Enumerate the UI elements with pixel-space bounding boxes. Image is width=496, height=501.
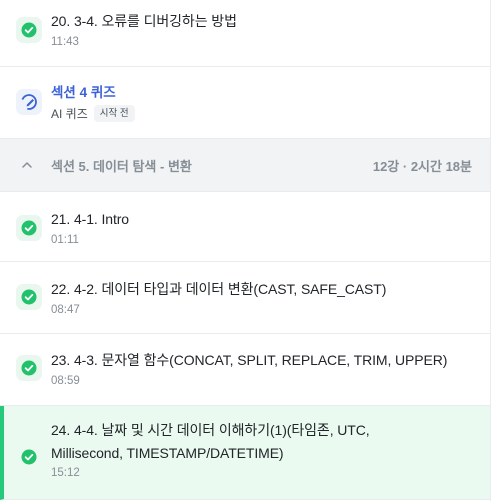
completed-check-icon <box>16 355 42 381</box>
completed-check-icon <box>16 17 42 43</box>
completed-check-icon <box>16 215 42 241</box>
quiz-type-label: AI 퀴즈 <box>51 107 88 121</box>
section-title: 섹션 5. 데이터 탐색 - 변환 <box>51 158 192 174</box>
chevron-up-icon <box>22 162 32 168</box>
lesson-duration: 08:47 <box>51 304 80 316</box>
lesson-row-24-active[interactable]: 24. 4-4. 날짜 및 시간 데이터 이해하기(1)(타임존, UTC, M… <box>0 406 490 500</box>
section-header-5[interactable]: 섹션 5. 데이터 탐색 - 변환 12강 · 2시간 18분 <box>0 139 490 192</box>
lesson-title: 22. 4-2. 데이터 타입과 데이터 변환(CAST, SAFE_CAST) <box>51 281 387 297</box>
lesson-title: 21. 4-1. Intro <box>51 211 129 227</box>
lesson-title: 20. 3-4. 오류를 디버깅하는 방법 <box>51 13 237 29</box>
quiz-status-badge: 시작 전 <box>93 105 135 122</box>
lesson-row-23[interactable]: 23. 4-3. 문자열 함수(CONCAT, SPLIT, REPLACE, … <box>0 334 490 406</box>
lesson-title: 24. 4-4. 날짜 및 시간 데이터 이해하기(1)(타임존, UTC, M… <box>51 422 370 461</box>
completed-check-icon <box>16 444 42 470</box>
curriculum-list: 20. 3-4. 오류를 디버깅하는 방법 11:43 섹션 4 퀴즈 AI 퀴… <box>0 0 491 501</box>
lesson-row-21[interactable]: 21. 4-1. Intro 01:11 <box>0 192 490 262</box>
completed-check-icon <box>16 284 42 310</box>
quiz-pen-icon <box>16 89 42 115</box>
lesson-title: 23. 4-3. 문자열 함수(CONCAT, SPLIT, REPLACE, … <box>51 352 448 368</box>
lesson-duration: 01:11 <box>51 234 79 246</box>
lesson-duration: 15:12 <box>51 467 80 479</box>
section-meta: 12강 · 2시간 18분 <box>372 158 472 174</box>
lesson-duration: 11:43 <box>51 36 79 48</box>
lesson-duration: 08:59 <box>51 375 80 387</box>
lesson-row-20[interactable]: 20. 3-4. 오류를 디버깅하는 방법 11:43 <box>0 0 490 67</box>
lesson-row-22[interactable]: 22. 4-2. 데이터 타입과 데이터 변환(CAST, SAFE_CAST)… <box>0 262 490 334</box>
quiz-title: 섹션 4 퀴즈 <box>51 85 116 100</box>
quiz-row-section-4[interactable]: 섹션 4 퀴즈 AI 퀴즈 시작 전 <box>0 67 490 139</box>
